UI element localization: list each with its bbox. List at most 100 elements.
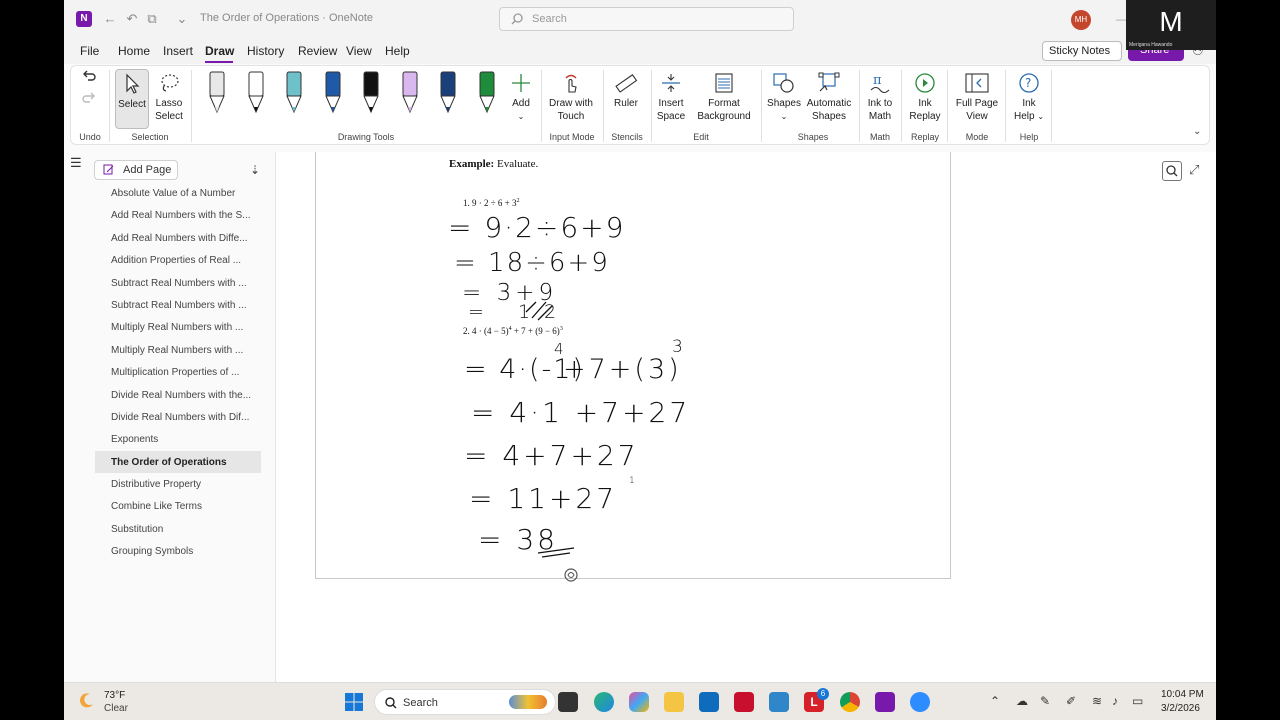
tab-review[interactable]: Review — [298, 44, 337, 58]
clock-time[interactable]: 10:04 PM — [1161, 689, 1204, 700]
mcafee-icon[interactable] — [734, 692, 754, 712]
battery-icon[interactable]: ▭ — [1132, 694, 1143, 708]
ribbon-separator — [1005, 70, 1006, 142]
note-canvas[interactable]: Example: Evaluate. 1. 9 · 2 ÷ 6 + 32 2. … — [276, 152, 1216, 682]
copilot-icon[interactable] — [563, 567, 579, 583]
pen-gray-icon[interactable] — [207, 70, 227, 116]
page-list-item[interactable]: Distributive Property — [95, 473, 261, 495]
document-page: Example: Evaluate. 1. 9 · 2 ÷ 6 + 32 2. … — [315, 152, 951, 579]
onenote-logo-icon: N — [76, 11, 92, 27]
clipchamp-icon[interactable] — [769, 692, 789, 712]
page-list-item[interactable]: Divide Real Numbers with Dif... — [95, 406, 261, 428]
zoom-app-icon[interactable] — [910, 692, 930, 712]
ruler-button[interactable]: Ruler — [609, 72, 643, 110]
page-list-item[interactable]: Absolute Value of a Number — [95, 182, 261, 204]
cursor-arrow-icon — [126, 73, 140, 94]
page-list-item[interactable]: Subtract Real Numbers with ... — [95, 294, 261, 316]
clock-date[interactable]: 3/2/2026 — [1161, 703, 1200, 714]
search-input[interactable]: Search — [499, 7, 794, 31]
tab-view[interactable]: View — [346, 44, 372, 58]
draw-with-touch-label: Draw with Touch — [549, 98, 593, 122]
lasso-select-button[interactable]: Lasso Select — [151, 72, 187, 123]
draw-with-touch-button[interactable]: Draw with Touch — [547, 72, 595, 123]
dock-icon[interactable]: ⧉ — [144, 11, 160, 27]
participant-name: Merigana Hawando — [1129, 42, 1173, 48]
shapes-button[interactable]: Shapes ⌄ — [767, 72, 801, 123]
group-label-drawing-tools: Drawing Tools — [337, 132, 395, 142]
pen-black-a-icon[interactable] — [246, 70, 266, 116]
onedrive-icon[interactable]: ☁ — [1016, 694, 1028, 708]
redo-button[interactable] — [81, 90, 97, 110]
pen-galaxy-icon[interactable] — [284, 70, 304, 116]
customize-qat-icon[interactable]: ⌄ — [174, 11, 190, 27]
page-list-item[interactable]: Substitution — [95, 518, 261, 540]
weather-condition[interactable]: Clear — [104, 703, 128, 714]
pen-blue-icon[interactable] — [323, 70, 343, 116]
tab-help[interactable]: Help — [385, 44, 410, 58]
file-explorer-icon[interactable] — [664, 692, 684, 712]
wifi-icon[interactable]: ≋ — [1092, 694, 1102, 708]
full-page-view-button[interactable]: Full Page View — [955, 72, 999, 123]
ink-line-8-mark: 1 — [629, 476, 635, 486]
undo-icon[interactable]: ↶ — [124, 11, 140, 27]
page-list-item[interactable]: Subtract Real Numbers with ... — [95, 272, 261, 294]
ink-math-icon: π — [870, 73, 890, 94]
tab-draw[interactable]: Draw — [205, 44, 234, 58]
add-pen-button[interactable]: Add ⌄ — [507, 72, 535, 123]
edge-browser-icon[interactable] — [594, 692, 614, 712]
page-list-item[interactable]: Addition Properties of Real ... — [95, 249, 261, 271]
zoom-participant-tile[interactable]: M Merigana Hawando — [1126, 0, 1216, 50]
pen-green-icon[interactable] — [477, 70, 497, 116]
page-list-item[interactable]: Grouping Symbols — [95, 540, 261, 562]
tab-home[interactable]: Home — [118, 44, 150, 58]
task-view-icon[interactable] — [558, 692, 578, 712]
select-button[interactable]: Select — [115, 69, 149, 129]
taskbar-search[interactable]: Search — [374, 689, 556, 715]
tab-insert[interactable]: Insert — [163, 44, 193, 58]
page-list-item[interactable]: Combine Like Terms — [95, 495, 261, 517]
collapse-ribbon-icon[interactable]: ⌄ — [1193, 126, 1201, 137]
page-list-item[interactable]: Multiply Real Numbers with ... — [95, 339, 261, 361]
moon-icon[interactable] — [78, 691, 96, 709]
weather-temperature[interactable]: 73°F — [104, 690, 125, 701]
ink-help-button[interactable]: ? Ink Help ⌄ — [1011, 72, 1047, 123]
expand-icon[interactable]: ⤢ — [1189, 162, 1199, 178]
format-background-button[interactable]: Format Background — [693, 72, 755, 123]
copilot-app-icon[interactable] — [629, 692, 649, 712]
hamburger-menu-icon[interactable]: ☰ — [70, 155, 82, 171]
ink-replay-button[interactable]: Ink Replay — [907, 72, 943, 123]
page-list-item[interactable]: The Order of Operations — [95, 450, 261, 474]
highlighter-lavender-icon[interactable] — [400, 70, 420, 116]
search-icon — [385, 697, 397, 709]
pen-black-icon[interactable] — [361, 70, 381, 116]
zoom-button[interactable] — [1162, 161, 1182, 181]
pen-menu-icon[interactable]: ✎ — [1040, 694, 1050, 708]
help-icon: ? — [1019, 73, 1039, 93]
avatar[interactable]: MH — [1071, 10, 1091, 30]
undo-button[interactable] — [81, 68, 97, 88]
automatic-shapes-button[interactable]: Automatic Shapes — [805, 72, 853, 123]
windows-start-icon[interactable] — [344, 692, 364, 712]
page-list-item[interactable]: Add Real Numbers with the S... — [95, 204, 261, 226]
chrome-icon[interactable] — [840, 692, 860, 712]
page-list-item[interactable]: Multiply Real Numbers with ... — [95, 316, 261, 338]
onenote-taskbar-icon[interactable] — [875, 692, 895, 712]
tab-file[interactable]: File — [80, 44, 99, 58]
pen-navy-icon[interactable] — [438, 70, 458, 116]
pen-icon[interactable]: ✐ — [1066, 694, 1076, 708]
sort-icon[interactable]: ⇣ — [250, 163, 260, 177]
chevron-up-icon[interactable]: ⌃ — [990, 694, 1000, 708]
ink-to-math-button[interactable]: π Ink to Math — [863, 72, 897, 123]
ink-help-label: Ink Help — [1013, 98, 1036, 122]
insert-space-button[interactable]: Insert Space — [655, 72, 687, 123]
ink-to-math-label: Ink to Math — [867, 98, 893, 122]
page-list-item[interactable]: Multiplication Properties of ... — [95, 361, 261, 383]
page-list-item[interactable]: Add Real Numbers with Diffe... — [95, 227, 261, 249]
microsoft-store-icon[interactable] — [699, 692, 719, 712]
page-list-item[interactable]: Exponents — [95, 428, 261, 450]
tab-history[interactable]: History — [247, 44, 284, 58]
page-list-item[interactable]: Divide Real Numbers with the... — [95, 384, 261, 406]
sticky-notes-button[interactable]: Sticky Notes — [1042, 41, 1122, 61]
volume-icon[interactable]: ♪ — [1112, 694, 1118, 708]
back-icon[interactable]: ← — [102, 11, 118, 27]
